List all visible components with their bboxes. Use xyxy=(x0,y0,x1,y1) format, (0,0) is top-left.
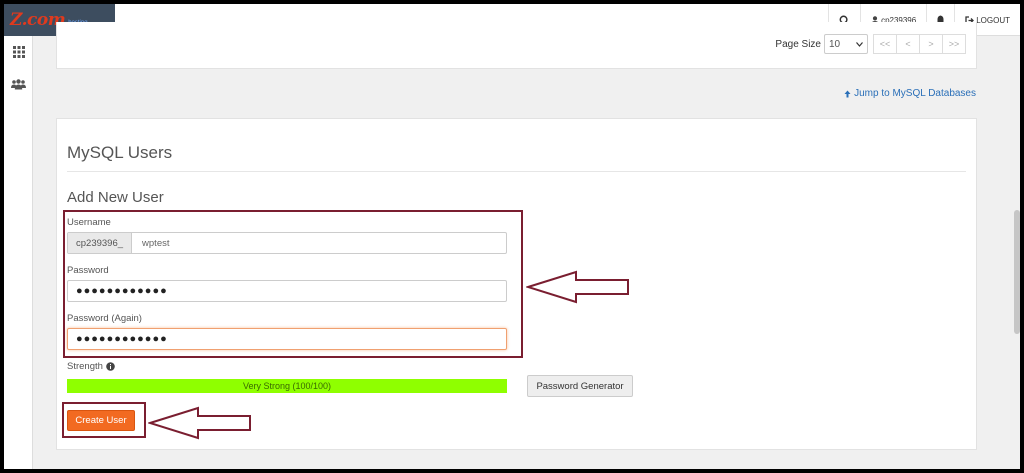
pagination: Page Size 10 << < > >> xyxy=(775,34,966,54)
info-icon[interactable] xyxy=(106,362,115,371)
arrow-up-icon xyxy=(844,90,851,97)
divider xyxy=(67,171,966,172)
last-page-button[interactable]: >> xyxy=(942,34,966,54)
highlight-box-create-user xyxy=(62,402,146,438)
strength-value: Very Strong (100/100) xyxy=(242,381,332,391)
annotation-arrow-icon xyxy=(148,406,251,440)
logout-label: LOGOUT xyxy=(976,15,1010,25)
page-size-label: Page Size xyxy=(775,38,821,50)
highlight-box-credentials xyxy=(63,210,523,358)
section-title: MySQL Users xyxy=(67,143,173,162)
grid-icon xyxy=(12,46,25,58)
jump-to-databases-link[interactable]: Jump to MySQL Databases xyxy=(844,88,976,99)
jump-link-label: Jump to MySQL Databases xyxy=(854,88,976,99)
scrollbar-thumb[interactable] xyxy=(1014,210,1020,334)
list-panel: Page Size 10 << < > >> xyxy=(56,22,977,69)
first-page-button[interactable]: << xyxy=(873,34,897,54)
screenshot-frame: Z.com hosting cp239396 LOGOUT xyxy=(4,4,1020,469)
password-strength-meter: Very Strong (100/100) xyxy=(67,379,507,393)
sidebar-item-users[interactable] xyxy=(4,68,33,100)
sidebar-item-apps[interactable] xyxy=(4,36,33,68)
next-page-button[interactable]: > xyxy=(919,34,943,54)
page-size-select[interactable]: 10 xyxy=(824,34,868,54)
add-user-heading: Add New User xyxy=(67,189,164,206)
page-size-value: 10 xyxy=(829,38,841,50)
strength-label: Strength xyxy=(67,361,103,372)
strength-label-row: Strength xyxy=(67,361,115,372)
sidebar xyxy=(4,36,33,469)
prev-page-button[interactable]: < xyxy=(896,34,920,54)
chevron-down-icon xyxy=(856,41,863,47)
password-generator-button[interactable]: Password Generator xyxy=(527,375,633,397)
users-icon xyxy=(11,78,26,89)
annotation-arrow-icon xyxy=(526,270,629,304)
